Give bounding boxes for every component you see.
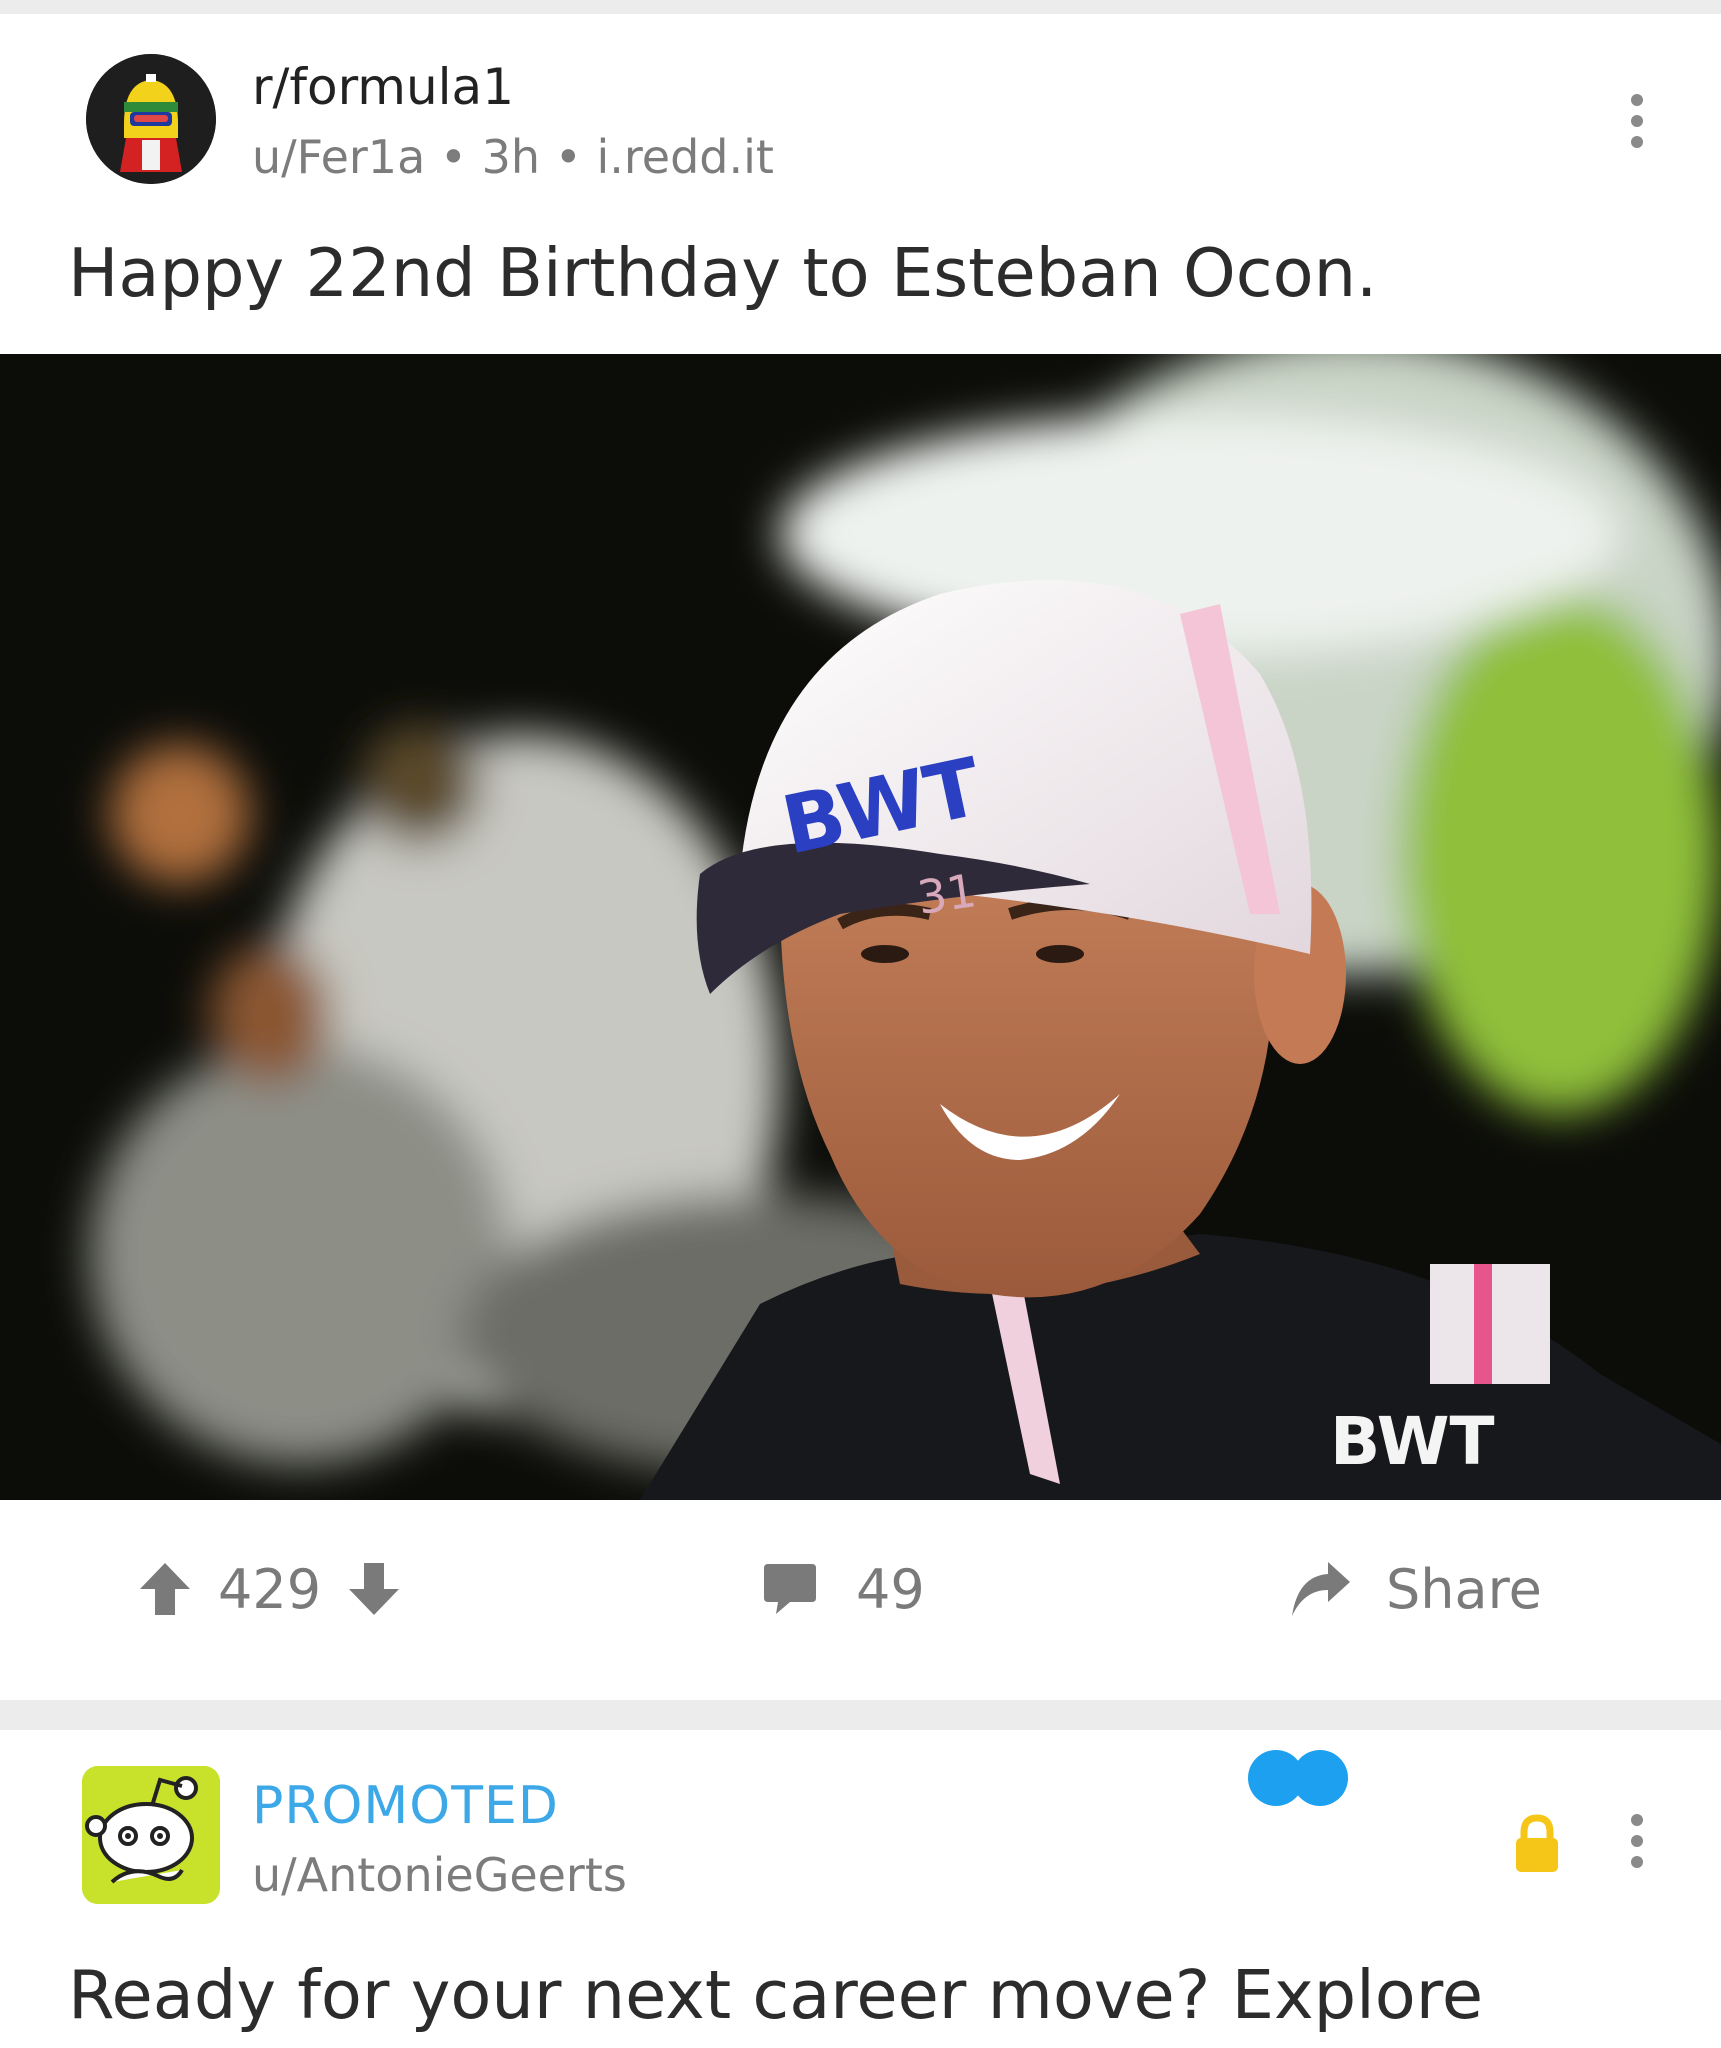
post-actions: 429 49 Share bbox=[0, 1544, 1721, 1634]
comment-bubble-icon bbox=[764, 1564, 816, 1614]
post-domain[interactable]: i.redd.it bbox=[596, 130, 773, 184]
subreddit-name[interactable]: r/formula1 bbox=[252, 58, 514, 116]
share-button[interactable]: Share bbox=[1290, 1544, 1542, 1634]
comment-count: 49 bbox=[856, 1557, 925, 1621]
shirt-logo-text: BWT bbox=[1330, 1403, 1495, 1480]
feed-divider bbox=[0, 1700, 1721, 1730]
promoted-author[interactable]: u/AntonieGeerts bbox=[252, 1848, 627, 1902]
more-options-icon[interactable] bbox=[1612, 1814, 1662, 1884]
promoted-title[interactable]: Ready for your next career move? Explore bbox=[68, 1956, 1483, 2034]
more-options-icon[interactable] bbox=[1612, 94, 1662, 164]
cap-number-text: 31 bbox=[914, 863, 979, 925]
comments-button[interactable]: 49 bbox=[762, 1544, 925, 1634]
post-title[interactable]: Happy 22nd Birthday to Esteban Ocon. bbox=[68, 234, 1377, 312]
share-arrow-icon bbox=[1292, 1562, 1350, 1616]
post-image[interactable]: BWT BWT 31 bbox=[0, 354, 1721, 1500]
upvote-count: 429 bbox=[218, 1557, 322, 1621]
promoted-avatar[interactable] bbox=[82, 1766, 220, 1904]
vote-controls: 429 bbox=[138, 1544, 401, 1634]
meta-separator: • bbox=[540, 130, 597, 184]
top-divider bbox=[0, 0, 1721, 14]
promoted-post-card[interactable]: PROMOTED u/AntonieGeerts Ready for your … bbox=[0, 1730, 1721, 2048]
post-author[interactable]: u/Fer1a bbox=[252, 130, 425, 184]
lock-icon bbox=[1516, 1814, 1558, 1872]
post-age: 3h bbox=[481, 130, 541, 184]
blue-shape-icon bbox=[1248, 1750, 1348, 1806]
post-meta: u/Fer1a • 3h • i.redd.it bbox=[252, 130, 774, 184]
arrow-up-icon[interactable] bbox=[138, 1561, 192, 1617]
subreddit-avatar[interactable] bbox=[86, 54, 216, 184]
helmet-avatar-icon bbox=[86, 54, 216, 184]
promoted-label: PROMOTED bbox=[252, 1776, 559, 1836]
arrow-down-icon[interactable] bbox=[347, 1561, 401, 1617]
meta-separator: • bbox=[425, 130, 482, 184]
post-card[interactable]: r/formula1 u/Fer1a • 3h • i.redd.it Happ… bbox=[0, 14, 1721, 1696]
snoo-avatar-icon bbox=[82, 1766, 220, 1904]
share-label: Share bbox=[1386, 1557, 1542, 1621]
